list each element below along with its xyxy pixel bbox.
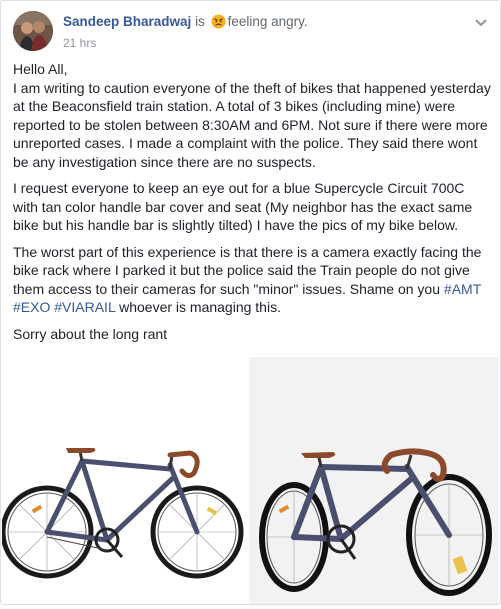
hashtag-viarail[interactable]: #VIARAIL xyxy=(54,299,115,315)
chevron-down-icon[interactable] xyxy=(474,15,488,27)
avatar-photo xyxy=(13,11,53,51)
hashtag-exo[interactable]: #EXO xyxy=(13,299,50,315)
post-timestamp[interactable]: 21 hrs xyxy=(63,36,96,50)
post-closing: Sorry about the long rant xyxy=(13,325,168,342)
facebook-post: Sandeep Bharadwaj is feeling angry. 21 h… xyxy=(0,0,501,605)
author-line: Sandeep Bharadwaj is feeling angry. xyxy=(63,14,308,32)
post-body: Hello All, I am writing to caution every… xyxy=(13,60,491,351)
bike-photo-2[interactable] xyxy=(249,357,499,604)
author-name[interactable]: Sandeep Bharadwaj xyxy=(63,14,191,29)
bike-photo-1[interactable] xyxy=(0,357,245,604)
feeling-text: feeling angry. xyxy=(227,14,308,29)
post-paragraph-3: The worst part of this experience is tha… xyxy=(13,243,491,317)
post-greeting-paragraph: Hello All, I am writing to caution every… xyxy=(13,60,491,171)
hashtag-amt[interactable]: #AMT xyxy=(444,281,481,297)
post-greeting: Hello All, xyxy=(13,61,68,77)
post-header: Sandeep Bharadwaj is feeling angry. 21 h… xyxy=(13,11,488,51)
post-paragraph-2: I request everyone to keep an eye out fo… xyxy=(13,180,473,233)
angry-face-icon xyxy=(211,14,226,32)
is-word: is xyxy=(195,14,205,29)
bike-image-side xyxy=(0,448,244,579)
paragraph-3-tail: whoever is managing this. xyxy=(115,299,281,315)
post-paragraph-1: I am writing to caution everyone of the … xyxy=(13,79,491,170)
photo-grid xyxy=(0,357,499,604)
bike-image-angle xyxy=(249,357,499,604)
paragraph-3-text: The worst part of this experience is tha… xyxy=(13,243,482,297)
author-avatar[interactable] xyxy=(13,11,53,51)
